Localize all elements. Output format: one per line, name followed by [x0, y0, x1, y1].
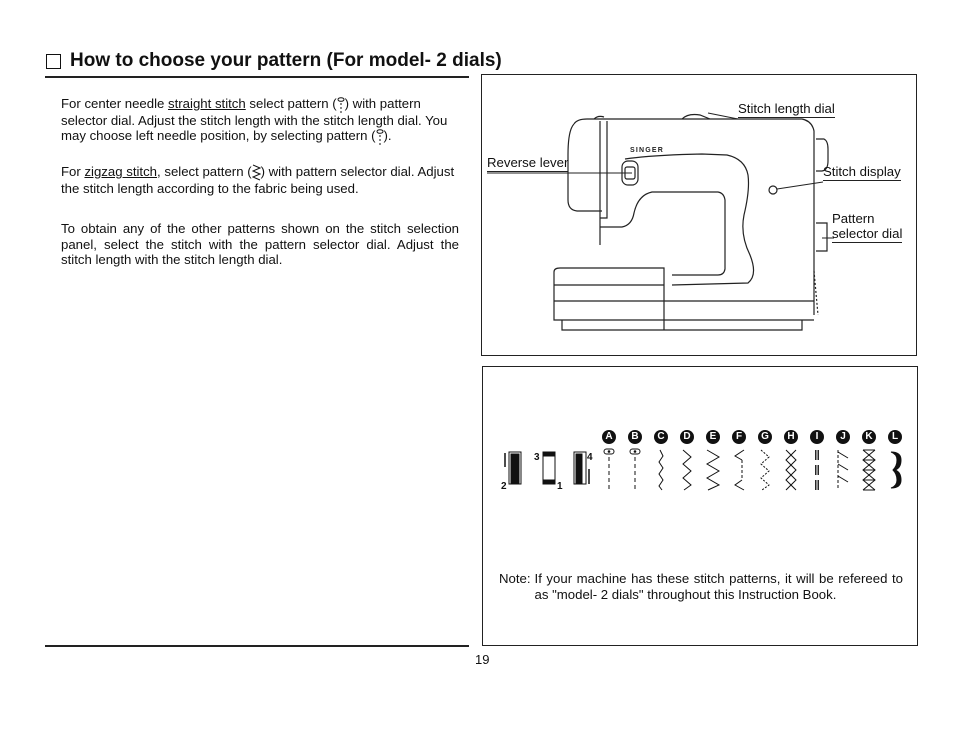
zigzag-stitch-term: zigzag stitch: [84, 164, 158, 179]
stretch-blind-hem-icon: [837, 450, 849, 490]
text: For center needle: [61, 96, 169, 111]
brand-logo: SINGER: [630, 147, 664, 154]
pattern-letter-f[interactable]: F: [726, 430, 752, 444]
pattern-letter-j[interactable]: J: [830, 430, 856, 444]
pattern-letter-c[interactable]: C: [648, 430, 674, 444]
buttonhole-scallop-icon: [890, 451, 902, 489]
pattern-letter-h[interactable]: H: [778, 430, 804, 444]
straight-stitch-left-icon: [376, 128, 383, 145]
pattern-letter-k[interactable]: K: [856, 430, 882, 444]
model-note: Note: If your machine has these stitch p…: [499, 571, 903, 603]
straight-stitch-left-icon: [629, 448, 641, 490]
text: select pattern (: [245, 96, 337, 111]
needle-position-4: 4: [587, 452, 593, 463]
pattern-letters: A B C D E F G H I J K L: [596, 430, 908, 444]
section-title: How to choose your pattern (For model- 2…: [46, 50, 502, 72]
zigzag-stitch-icon: [251, 164, 261, 181]
pattern-letter-a[interactable]: A: [596, 430, 622, 444]
reverse-lever-label: Reverse lever: [487, 155, 569, 172]
narrow-zigzag-icon: [658, 449, 664, 491]
overlock-stitch-icon: [862, 449, 876, 491]
pattern-letter-i[interactable]: I: [804, 430, 830, 444]
stitch-selection-panel: 2 3 1 4 A B C D E F G H I J K L Note: If…: [482, 366, 918, 646]
honeycomb-stitch-icon: [785, 449, 797, 491]
checkbox-square-icon: [46, 53, 61, 69]
needle-position-1: 1: [557, 481, 563, 491]
needle-position-2: 2: [501, 481, 507, 491]
stitch-display-label: Stitch display: [823, 164, 901, 181]
pattern-letter-b[interactable]: B: [622, 430, 648, 444]
note-label: Note:: [499, 571, 531, 586]
straight-stitch-center-icon: [603, 448, 615, 490]
title-underline: [45, 76, 469, 78]
page-number: 19: [475, 652, 490, 667]
section-title-text: How to choose your pattern (For model- 2…: [70, 50, 502, 71]
blind-hem-icon: [734, 449, 745, 491]
pattern-letter-d[interactable]: D: [674, 430, 700, 444]
multi-step-zigzag-icon: [760, 449, 770, 491]
footer-rule: [45, 645, 469, 647]
pattern-selector-label-line1: Pattern: [832, 211, 875, 226]
needle-position-icons: 2 3 1 4: [501, 451, 593, 491]
straight-stitch-term: straight stitch: [168, 96, 246, 111]
text: For: [61, 164, 85, 179]
straight-stitch-center-icon: [337, 96, 345, 113]
pattern-letter-g[interactable]: G: [752, 430, 778, 444]
machine-body-outline: [573, 118, 815, 315]
pattern-letter-e[interactable]: E: [700, 430, 726, 444]
wide-zigzag-icon: [706, 449, 721, 491]
stitch-length-dial-label: Stitch length dial: [738, 101, 835, 118]
machine-diagram-panel: SINGER Stitch length dial Reverse lever …: [481, 74, 917, 356]
note-text: If your machine has these stitch pattern…: [534, 571, 903, 602]
stitch-pattern-icons: [603, 448, 902, 491]
paragraph-straight-stitch: For center needle straight stitch select…: [61, 96, 459, 145]
text: ).: [383, 128, 392, 144]
paragraph-zigzag-stitch: For zigzag stitch, select pattern () wit…: [61, 164, 459, 197]
medium-zigzag-icon: [682, 449, 692, 491]
pattern-letter-l[interactable]: L: [882, 430, 908, 444]
pattern-selector-label-line2: selector dial: [832, 226, 903, 243]
text: , select pattern (: [157, 164, 252, 179]
paragraph-other-patterns: To obtain any of the other patterns show…: [61, 221, 459, 267]
needle-position-3: 3: [534, 452, 540, 463]
triple-straight-icon: [815, 450, 819, 490]
